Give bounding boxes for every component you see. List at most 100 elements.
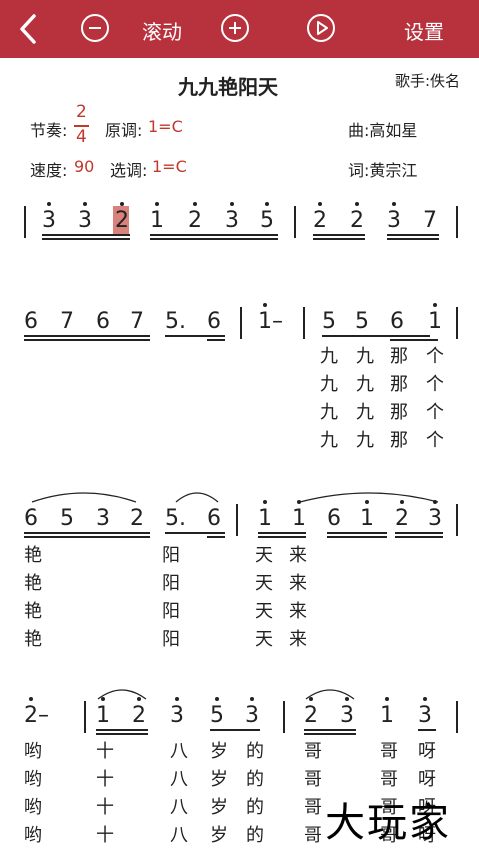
octave-dot [318, 202, 322, 206]
lyric-char: 来 [289, 545, 307, 566]
octave-dot [345, 697, 349, 701]
play-button[interactable] [307, 14, 335, 42]
time-sig-top: 2 [76, 102, 87, 122]
underline [96, 733, 148, 735]
underline [387, 234, 439, 236]
lyric-char: 九 [320, 346, 338, 367]
note: 1– [258, 309, 283, 334]
lyric-char: 来 [289, 573, 307, 594]
lyric-char: 十 [96, 769, 114, 790]
lyric-char: 艳 [24, 573, 42, 594]
underline [387, 238, 439, 240]
scroll-label[interactable]: 滚动 [142, 16, 182, 45]
lyric-char: 那 [390, 374, 408, 395]
note: 2 [313, 208, 327, 233]
note: 2 [188, 208, 202, 233]
note: 3 [42, 208, 56, 233]
underline [165, 335, 225, 337]
lyric-char: 九 [356, 430, 374, 451]
octave-dot [83, 202, 87, 206]
octave-dot [120, 202, 124, 206]
lyric-char: 的 [246, 769, 264, 790]
lyric-char: 来 [289, 601, 307, 622]
underline [42, 238, 130, 240]
lyric-char: 九 [356, 346, 374, 367]
lyric-char: 那 [390, 402, 408, 423]
lyric-char: 哥 [304, 797, 322, 818]
underline [395, 536, 443, 538]
underline [395, 532, 443, 534]
underline [24, 339, 150, 341]
lyric-char: 九 [356, 402, 374, 423]
barline [294, 206, 296, 238]
song-title: 九九艳阳天 [178, 75, 278, 99]
underline [327, 536, 387, 538]
lyric-char: 阳 [162, 601, 180, 622]
lyric-char: 呀 [418, 741, 436, 762]
lyric-char: 阳 [162, 629, 180, 650]
underline [418, 729, 436, 731]
top-toolbar: 滚动 设置 [0, 0, 479, 58]
underline [24, 335, 150, 337]
note: 2 [115, 208, 129, 233]
note: 5 [60, 506, 74, 531]
lyric-char: 八 [170, 769, 188, 790]
underline [42, 234, 130, 236]
underline [24, 536, 150, 538]
note: 5. [165, 506, 186, 531]
octave-dot [193, 202, 197, 206]
lyric-char: 的 [246, 825, 264, 846]
lyric-char: 个 [426, 402, 444, 423]
note: 2 [304, 703, 318, 728]
note: 1 [380, 703, 394, 728]
note: 6 [96, 309, 110, 334]
lyric-char: 哥 [304, 741, 322, 762]
octave-dot [250, 697, 254, 701]
lyric-char: 哟 [24, 741, 42, 762]
underline [258, 532, 306, 534]
back-icon[interactable] [18, 14, 38, 44]
note: 6 [390, 309, 404, 334]
underline [210, 729, 260, 731]
octave-dot [365, 500, 369, 504]
note: 5 [210, 703, 224, 728]
lyric-char: 的 [246, 797, 264, 818]
octave-dot [101, 697, 105, 701]
note: 2 [350, 208, 364, 233]
octave-dot [215, 697, 219, 701]
underline [207, 339, 225, 341]
lyric-char: 岁 [210, 741, 228, 762]
underline [304, 729, 356, 731]
lyric-char: 九 [356, 374, 374, 395]
lyric-char: 天 [255, 629, 273, 650]
note: 6 [24, 506, 38, 531]
note: 6 [207, 506, 221, 531]
octave-dot [29, 697, 33, 701]
tempo-label: 速度: [30, 161, 68, 180]
note: 7 [60, 309, 74, 334]
lyric-char: 那 [390, 430, 408, 451]
underline [327, 532, 387, 534]
lyric-char: 九 [320, 374, 338, 395]
underline [313, 238, 365, 240]
slur [299, 492, 439, 503]
note: 5. [165, 309, 186, 334]
time-sig-bottom: 4 [76, 127, 87, 147]
orig-key-label: 原调: [105, 121, 143, 140]
faster-button[interactable] [221, 14, 249, 42]
barline [303, 307, 305, 339]
sel-key-value: 1=C [152, 157, 187, 176]
settings-button[interactable]: 设置 [404, 16, 444, 45]
play-icon [317, 21, 328, 35]
slur [31, 492, 137, 503]
underline [207, 536, 225, 538]
note: 7 [423, 208, 437, 233]
lyric-char: 八 [170, 741, 188, 762]
lyric-char: 艳 [24, 545, 42, 566]
note: 5 [322, 309, 336, 334]
lyric-char: 岁 [210, 797, 228, 818]
lyric-char: 十 [96, 825, 114, 846]
slower-button[interactable] [81, 14, 109, 42]
octave-dot [309, 697, 313, 701]
note: 3 [340, 703, 354, 728]
